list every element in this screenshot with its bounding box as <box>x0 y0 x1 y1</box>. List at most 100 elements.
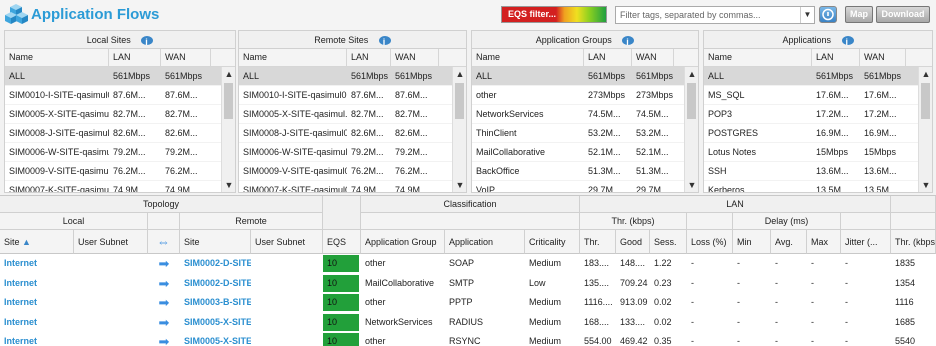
column-header-wan[interactable]: WAN <box>860 49 906 66</box>
cell-name: SIM0006-W-SITE-qasimu... <box>9 147 109 157</box>
list-item[interactable]: ALL 561Mbps 561Mbps <box>5 67 235 86</box>
list-item[interactable]: MailCollaborative 52.1M... 52.1M... <box>472 143 698 162</box>
column-header-lan[interactable]: LAN <box>812 49 860 66</box>
column-header-application[interactable]: Application <box>445 230 525 254</box>
vertical-scrollbar[interactable]: ▲ ▼ <box>684 67 698 192</box>
list-item[interactable]: ThinClient 53.2M... 53.2M... <box>472 124 698 143</box>
scroll-down-icon[interactable]: ▼ <box>685 178 698 192</box>
list-item[interactable]: other 273Mbps 273Mbps <box>472 86 698 105</box>
scrollbar-thumb[interactable] <box>921 83 930 119</box>
info-icon[interactable] <box>622 33 635 51</box>
scrollbar-thumb[interactable] <box>224 83 233 119</box>
column-header-name[interactable]: Name <box>239 49 347 66</box>
list-item[interactable]: SIM0008-J-SITE-qasimul01 82.6M... 82.6M... <box>239 124 466 143</box>
column-header-loss[interactable]: Loss (%) <box>687 230 733 254</box>
list-item[interactable]: SIM0009-V-SITE-qasimul01 76.2M... 76.2M... <box>239 162 466 181</box>
list-item[interactable]: SIM0009-V-SITE-qasimul01 76.2M... 76.2M... <box>5 162 235 181</box>
list-item[interactable]: SIM0005-X-SITE-qasimul01 82.7M... 82.7M... <box>5 105 235 124</box>
list-item[interactable]: SSH 13.6M... 13.6M... <box>704 162 932 181</box>
cell-delay-avg: - <box>775 297 778 307</box>
column-header-wan[interactable]: WAN <box>632 49 674 66</box>
column-header-eqs[interactable]: EQS <box>323 230 361 254</box>
column-header-name[interactable]: Name <box>5 49 109 66</box>
info-icon[interactable] <box>141 33 154 51</box>
vertical-scrollbar[interactable]: ▲ ▼ <box>452 67 466 192</box>
column-header-max[interactable]: Max <box>807 230 841 254</box>
column-header-wan[interactable]: WAN <box>391 49 439 66</box>
scrollbar-thumb[interactable] <box>455 83 464 119</box>
list-item[interactable]: SIM0006-W-SITE-qasimul01 79.2M... 79.2M... <box>239 143 466 162</box>
column-header-lan[interactable]: LAN <box>109 49 161 66</box>
column-header-jitter[interactable]: Jitter (... <box>841 230 891 254</box>
list-item[interactable]: SIM0010-I-SITE-qasimul01 87.6M... 87.6M... <box>239 86 466 105</box>
remote-site-link[interactable]: SIM0003-B-SITE <box>180 293 251 312</box>
list-item[interactable]: ALL 561Mbps 561Mbps <box>239 67 466 86</box>
list-item[interactable]: VoIP 29.7M 29.7M <box>472 181 698 192</box>
local-site-link[interactable]: Internet <box>0 254 74 273</box>
column-header-criticality[interactable]: Criticality <box>525 230 580 254</box>
eqs-filter-button[interactable]: EQS filter... <box>501 6 607 23</box>
column-header-app-group[interactable]: Application Group <box>361 230 445 254</box>
vertical-scrollbar[interactable]: ▲ ▼ <box>221 67 235 192</box>
cell-wan: 13.6M... <box>864 166 897 176</box>
list-item[interactable]: Lotus Notes 15Mbps 15Mbps <box>704 143 932 162</box>
scroll-down-icon[interactable]: ▼ <box>453 178 466 192</box>
vertical-scrollbar[interactable]: ▲ ▼ <box>918 67 932 192</box>
remote-site-link[interactable]: SIM0002-D-SITE <box>180 254 251 273</box>
scroll-up-icon[interactable]: ▲ <box>685 67 698 81</box>
column-header-site[interactable]: Site ▲ <box>0 230 74 254</box>
list-item[interactable]: BackOffice 51.3M... 51.3M... <box>472 162 698 181</box>
column-header-lan[interactable]: LAN <box>584 49 632 66</box>
column-header-avg[interactable]: Avg. <box>771 230 807 254</box>
list-item[interactable]: ALL 561Mbps 561Mbps <box>472 67 698 86</box>
column-header-r-user-subnet[interactable]: User Subnet <box>251 230 323 254</box>
tag-filter-input[interactable]: Filter tags, separated by commas... ▼ <box>615 6 815 24</box>
column-header-r-site[interactable]: Site <box>180 230 251 254</box>
column-header-thr2[interactable]: Thr. (kbps <box>891 230 936 254</box>
download-button[interactable]: Download <box>876 6 930 23</box>
list-item[interactable]: SIM0008-J-SITE-qasimul01 82.6M... 82.6M... <box>5 124 235 143</box>
eqs-group-spacer <box>323 196 361 230</box>
column-header-name[interactable]: Name <box>472 49 584 66</box>
local-site-link[interactable]: Internet <box>0 313 74 332</box>
list-item[interactable]: MS_SQL 17.6M... 17.6M... <box>704 86 932 105</box>
map-button[interactable]: Map <box>845 6 873 23</box>
local-site-link[interactable]: Internet <box>0 274 74 293</box>
scroll-up-icon[interactable]: ▲ <box>222 67 235 81</box>
list-item[interactable]: NetworkServices 74.5M... 74.5M... <box>472 105 698 124</box>
scroll-up-icon[interactable]: ▲ <box>919 67 932 81</box>
column-header-lan[interactable]: LAN <box>347 49 391 66</box>
list-item[interactable]: POSTGRES 16.9M... 16.9M... <box>704 124 932 143</box>
local-site-link[interactable]: Internet <box>0 293 74 312</box>
scrollbar-thumb[interactable] <box>687 83 696 119</box>
column-header-good[interactable]: Good <box>616 230 650 254</box>
info-icon[interactable] <box>378 33 391 51</box>
list-item[interactable]: SIM0007-K-SITE-qasimul01 74.9M 74.9M <box>5 181 235 192</box>
chevron-down-icon[interactable]: ▼ <box>800 7 814 23</box>
throughput-subgroup-header: Thr. (kbps) <box>580 213 687 230</box>
remote-site-link[interactable]: SIM0005-X-SITE <box>180 313 251 332</box>
column-header-name[interactable]: Name <box>704 49 812 66</box>
cell-delay-avg: - <box>775 258 778 268</box>
column-header-thr[interactable]: Thr. <box>580 230 616 254</box>
remote-site-link[interactable]: SIM0005-X-SITE <box>180 332 251 346</box>
list-item[interactable]: SIM0007-K-SITE-qasimul01 74.9M 74.9M <box>239 181 466 192</box>
column-header-wan[interactable]: WAN <box>161 49 211 66</box>
remote-site-link[interactable]: SIM0002-D-SITE <box>180 274 251 293</box>
column-header-min[interactable]: Min <box>733 230 771 254</box>
column-header-sess[interactable]: Sess. <box>650 230 687 254</box>
local-site-link[interactable]: Internet <box>0 332 74 346</box>
help-button[interactable] <box>819 6 837 23</box>
scroll-up-icon[interactable]: ▲ <box>453 67 466 81</box>
info-icon[interactable] <box>841 33 854 51</box>
list-item[interactable]: SIM0010-I-SITE-qasimul01 87.6M... 87.6M... <box>5 86 235 105</box>
list-item[interactable]: POP3 17.2M... 17.2M... <box>704 105 932 124</box>
list-item[interactable]: SIM0006-W-SITE-qasimu... 79.2M... 79.2M... <box>5 143 235 162</box>
list-item[interactable]: ALL 561Mbps 561Mbps <box>704 67 932 86</box>
column-header-user-subnet[interactable]: User Subnet <box>74 230 148 254</box>
list-item[interactable]: SIM0005-X-SITE-qasimul... 82.7M... 82.7M..… <box>239 105 466 124</box>
list-item[interactable]: Kerberos 13.5M 13.5M <box>704 181 932 192</box>
cell-delay-min: - <box>737 297 740 307</box>
scroll-down-icon[interactable]: ▼ <box>919 178 932 192</box>
scroll-down-icon[interactable]: ▼ <box>222 178 235 192</box>
